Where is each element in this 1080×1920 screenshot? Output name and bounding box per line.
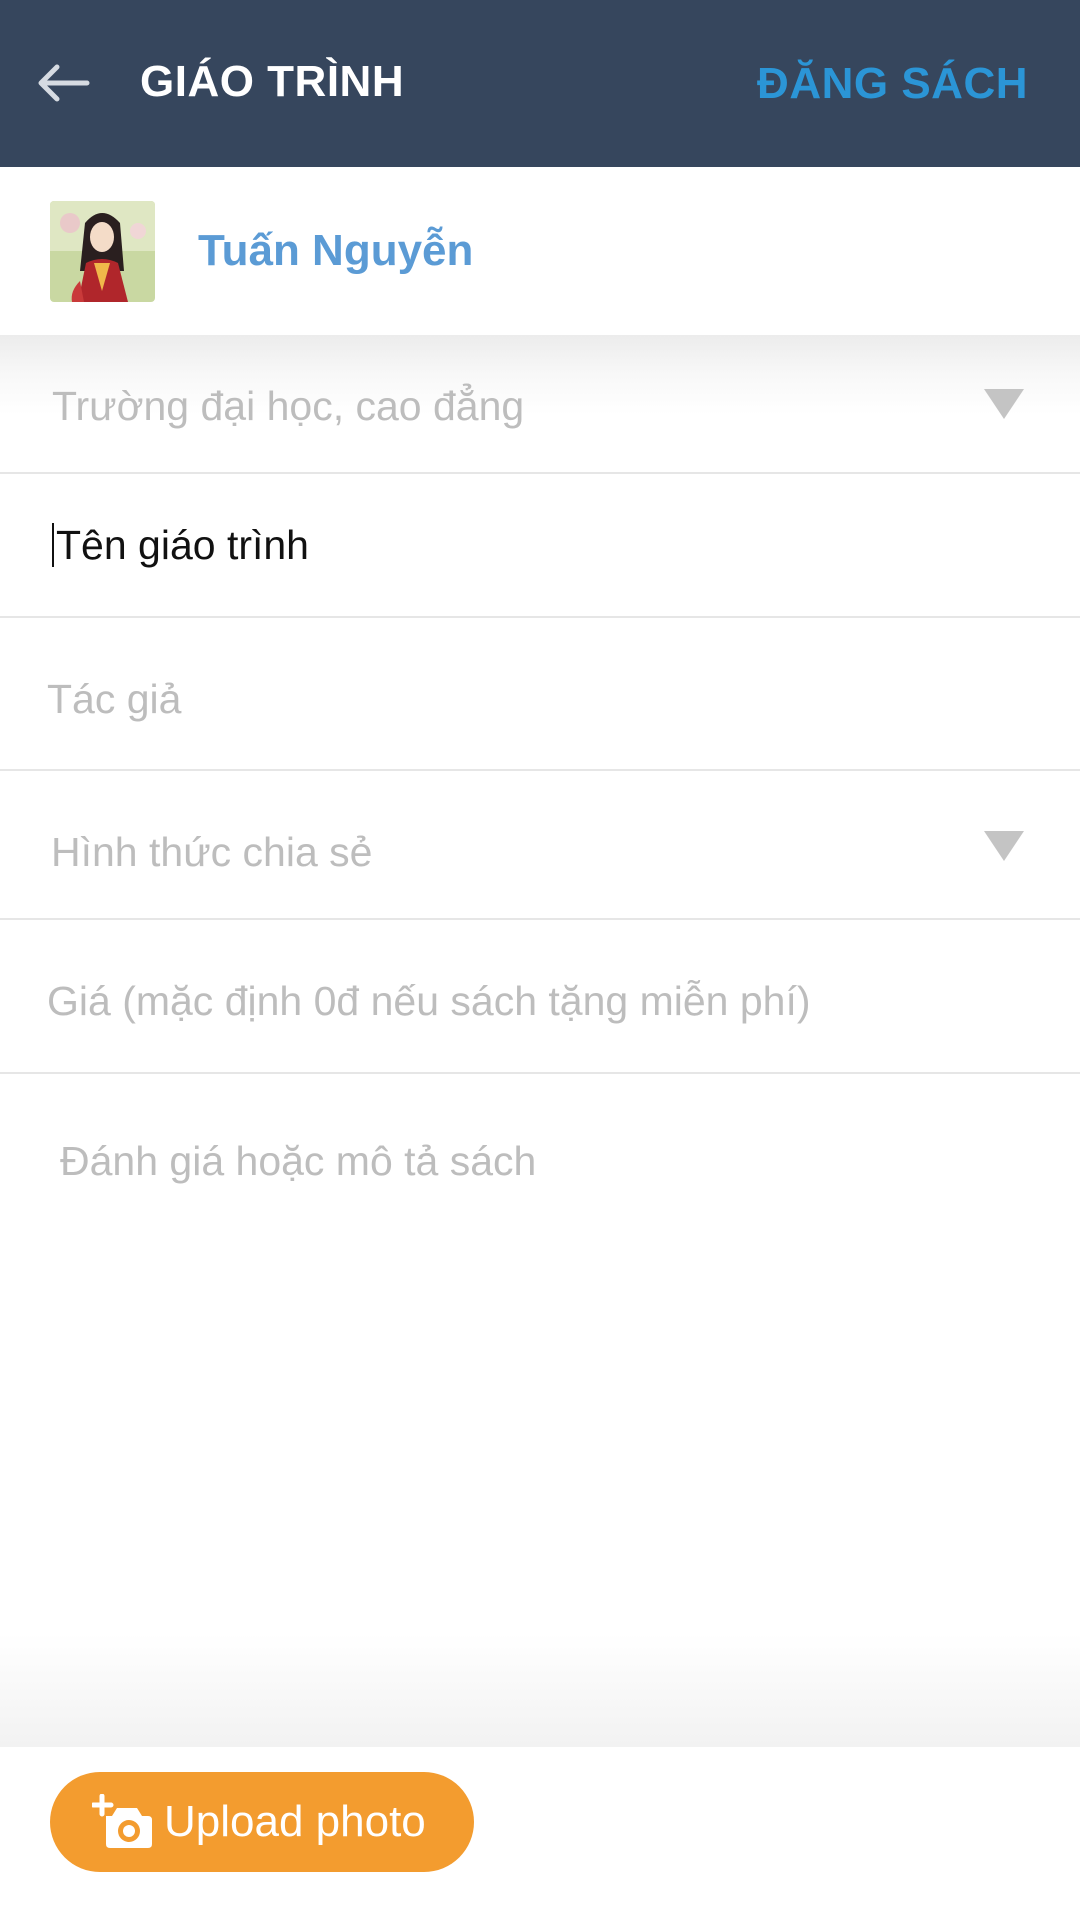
author-placeholder: Tác giả [47, 676, 182, 722]
title-input[interactable]: Tên giáo trình [0, 474, 1080, 618]
description-placeholder: Đánh giá hoặc mô tả sách [60, 1138, 537, 1184]
share-type-placeholder: Hình thức chia sẻ [51, 829, 373, 875]
app-bar: GIÁO TRÌNH ĐĂNG SÁCH [0, 0, 1080, 167]
author-input[interactable]: Tác giả [0, 618, 1080, 771]
upload-photo-button[interactable]: Upload photo [50, 1772, 474, 1872]
text-cursor [52, 523, 54, 568]
user-name[interactable]: Tuấn Nguyễn [198, 219, 473, 283]
school-select[interactable]: Trường đại học, cao đẳng [0, 335, 1080, 474]
bottom-bar: Upload photo [0, 1747, 1080, 1920]
page-title: GIÁO TRÌNH [140, 57, 405, 106]
description-textarea[interactable]: Đánh giá hoặc mô tả sách [0, 1074, 1080, 1747]
avatar[interactable] [50, 201, 155, 302]
camera-plus-icon [92, 1794, 152, 1848]
avatar-image [50, 201, 155, 302]
share-type-select[interactable]: Hình thức chia sẻ [0, 771, 1080, 920]
user-row: Tuấn Nguyễn [0, 167, 1080, 335]
back-button[interactable] [28, 48, 98, 118]
school-placeholder: Trường đại học, cao đẳng [52, 383, 525, 429]
triangle-down-icon[interactable] [984, 389, 1024, 419]
price-input[interactable]: Giá (mặc định 0đ nếu sách tặng miễn phí) [0, 920, 1080, 1074]
triangle-down-icon[interactable] [984, 831, 1024, 861]
post-book-button[interactable]: ĐĂNG SÁCH [757, 52, 1028, 116]
price-placeholder: Giá (mặc định 0đ nếu sách tặng miễn phí) [47, 978, 811, 1024]
title-field: Tên giáo trình [52, 514, 309, 576]
upload-photo-label: Upload photo [164, 1797, 426, 1846]
title-placeholder: Tên giáo trình [56, 522, 309, 568]
arrow-left-icon [38, 64, 90, 102]
